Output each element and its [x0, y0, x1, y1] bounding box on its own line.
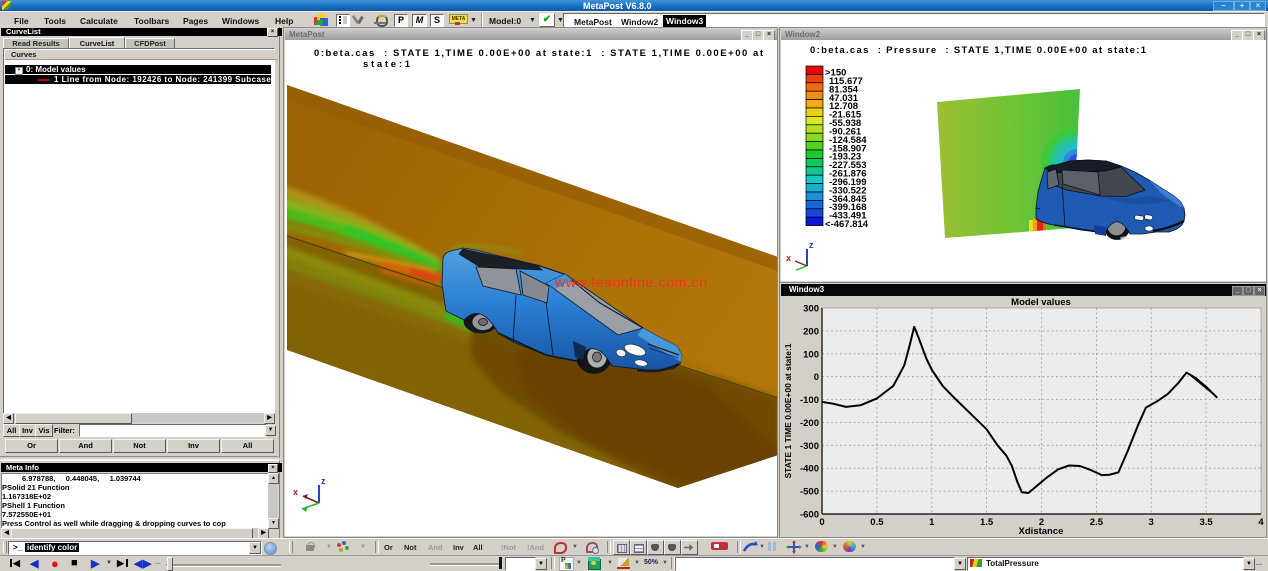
- svg-text:2.5: 2.5: [1090, 517, 1104, 528]
- svg-text:4: 4: [1258, 517, 1264, 528]
- svg-text:0.5: 0.5: [870, 517, 884, 528]
- svg-text:1: 1: [929, 517, 935, 528]
- svg-text:0:beta.cas : Pressure : STAT: 0:beta.cas : Pressure : STATE 1,TIME 0.0…: [810, 45, 1147, 56]
- svg-text:0: 0: [814, 372, 819, 383]
- svg-text:-500: -500: [800, 487, 819, 498]
- svg-text:-600: -600: [800, 510, 819, 521]
- svg-text:3: 3: [1149, 517, 1154, 528]
- svg-text:100: 100: [803, 349, 819, 360]
- svg-text:-400: -400: [800, 464, 819, 475]
- svg-text:3.5: 3.5: [1199, 517, 1213, 528]
- svg-text:www.feaonline.com.cn: www.feaonline.com.cn: [554, 274, 707, 290]
- svg-text:-200: -200: [800, 418, 819, 429]
- svg-text:Xdistance: Xdistance: [1019, 526, 1064, 536]
- svg-text:z: z: [321, 476, 326, 486]
- svg-text:z: z: [809, 240, 814, 250]
- svg-text:STATE 1 TIME 0.00E+00 at state: STATE 1 TIME 0.00E+00 at state:1: [783, 343, 793, 478]
- svg-text:Model values: Model values: [1011, 297, 1071, 308]
- svg-text:-100: -100: [800, 395, 819, 406]
- svg-text:200: 200: [803, 326, 819, 337]
- svg-text:x: x: [293, 487, 298, 497]
- svg-text:300: 300: [803, 304, 819, 315]
- svg-text:-300: -300: [800, 441, 819, 452]
- svg-text:0:beta.cas : STATE 1,TIME 0.0: 0:beta.cas : STATE 1,TIME 0.00E+00 at st…: [314, 48, 764, 59]
- svg-text:1.5: 1.5: [980, 517, 994, 528]
- svg-text:0: 0: [819, 517, 824, 528]
- svg-text:x: x: [786, 253, 791, 263]
- svg-text:<-467.814: <-467.814: [825, 219, 869, 230]
